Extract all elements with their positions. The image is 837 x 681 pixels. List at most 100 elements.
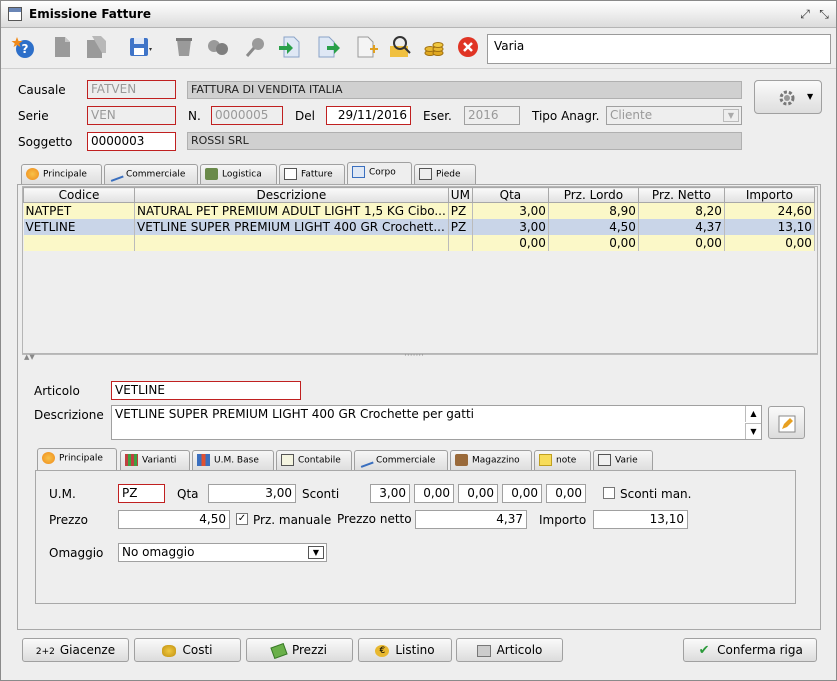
tab-label: Varie (615, 455, 638, 466)
collapse-arrows-icon[interactable]: ▲▼ (24, 353, 35, 361)
prezzo-netto-field[interactable]: 4,37 (415, 510, 527, 529)
prezzi-button[interactable]: Prezzi (246, 638, 353, 662)
costi-button[interactable]: Costi (134, 638, 241, 662)
restore-icon[interactable]: ⤢ (797, 6, 813, 22)
document-copy-icon[interactable] (83, 34, 109, 62)
link-icon[interactable] (205, 34, 231, 62)
causale-code-field[interactable]: FATVEN (87, 80, 176, 99)
chevron-down-icon[interactable]: ▼ (723, 109, 739, 122)
scroll-up-icon[interactable]: ▲ (745, 406, 761, 422)
table-cell[interactable]: 24,60 (724, 202, 815, 219)
document-icon[interactable] (49, 34, 75, 62)
new-document-icon[interactable] (353, 34, 379, 62)
prezzo-field[interactable]: 4,50 (118, 510, 230, 529)
tab-fatture[interactable]: Fatture (279, 164, 345, 184)
subtab-varianti[interactable]: Varianti (120, 450, 190, 470)
sconto-5-field[interactable]: 0,00 (546, 484, 586, 503)
tab-corpo[interactable]: Corpo (347, 162, 412, 184)
search-icon[interactable] (243, 34, 269, 62)
table-cell[interactable] (134, 234, 449, 251)
table-cell[interactable]: PZ (448, 202, 473, 219)
table-cell[interactable]: 0,00 (472, 234, 549, 251)
column-header[interactable]: Importo (723, 187, 815, 203)
table-row[interactable]: 0,00 0,00 0,00 0,00 (23, 234, 815, 251)
sconti-man-checkbox[interactable] (603, 487, 615, 499)
table-cell[interactable] (23, 234, 135, 251)
sconto-2-field[interactable]: 0,00 (414, 484, 454, 503)
tab-principale[interactable]: Principale (21, 164, 102, 184)
table-cell[interactable]: 4,50 (548, 218, 639, 235)
table-row[interactable]: VETLINE VETLINE SUPER PREMIUM LIGHT 400 G… (23, 218, 815, 235)
um-field[interactable]: PZ (118, 484, 165, 503)
soggetto-code-field[interactable]: 0000003 (87, 132, 176, 151)
save-icon[interactable] (127, 34, 153, 62)
column-header[interactable]: Codice (23, 187, 135, 203)
table-cell[interactable] (448, 234, 473, 251)
tab-piede[interactable]: Piede (414, 164, 476, 184)
listino-button[interactable]: € Listino (358, 638, 452, 662)
subtab-principale[interactable]: Principale (37, 448, 117, 470)
table-cell[interactable]: 0,00 (548, 234, 639, 251)
settings-menu-button[interactable]: ▼ (754, 80, 822, 114)
table-cell[interactable]: 3,00 (472, 218, 549, 235)
sconto-3-field[interactable]: 0,00 (458, 484, 498, 503)
subtab-note[interactable]: note (534, 450, 591, 470)
esercizio-field[interactable]: 2016 (464, 106, 520, 125)
subtab-um-base[interactable]: U.M. Base (192, 450, 274, 470)
table-cell[interactable]: VETLINE SUPER PREMIUM LIGHT 400 GR Croch… (134, 218, 449, 235)
table-cell[interactable]: PZ (448, 218, 473, 235)
articolo-button[interactable]: Articolo (456, 638, 563, 662)
prz-manuale-label: Prz. manuale (253, 513, 332, 527)
articolo-field[interactable]: VETLINE (111, 381, 301, 400)
chevron-down-icon[interactable]: ▼ (308, 546, 324, 559)
import-icon[interactable] (277, 34, 303, 62)
table-cell[interactable]: 8,90 (548, 202, 639, 219)
table-cell[interactable]: VETLINE (23, 218, 135, 235)
prz-manuale-checkbox[interactable]: ✓ (236, 513, 248, 525)
sconto-1-field[interactable]: 3,00 (370, 484, 410, 503)
giacenze-button[interactable]: 2+2 Giacenze (22, 638, 129, 662)
table-cell[interactable]: 3,00 (472, 202, 549, 219)
cancel-icon[interactable] (455, 34, 481, 62)
table-cell[interactable]: 4,37 (638, 218, 725, 235)
column-header[interactable]: Descrizione (134, 187, 449, 203)
network-icon (107, 166, 124, 182)
scroll-down-icon[interactable]: ▼ (745, 423, 761, 439)
coins-icon[interactable] (421, 34, 447, 62)
help-icon[interactable]: ? (11, 34, 37, 62)
tab-label: Principale (59, 453, 103, 464)
column-header[interactable]: Prz. Lordo (547, 187, 639, 203)
sconto-4-field[interactable]: 0,00 (502, 484, 542, 503)
qta-field[interactable]: 3,00 (208, 484, 296, 503)
data-field[interactable]: 29/11/2016 (326, 106, 411, 125)
export-icon[interactable] (315, 34, 341, 62)
subtab-contabile[interactable]: Contabile (276, 450, 352, 470)
tab-commerciale[interactable]: Commerciale (104, 164, 198, 184)
table-cell[interactable]: 0,00 (724, 234, 815, 251)
table-cell[interactable]: NATPET (23, 202, 135, 219)
delete-icon[interactable] (171, 34, 197, 62)
omaggio-select[interactable]: No omaggio ▼ (118, 543, 327, 562)
maximize-icon[interactable]: ⤡ (816, 6, 832, 22)
descrizione-textarea[interactable]: VETLINE SUPER PREMIUM LIGHT 400 GR Croch… (111, 405, 762, 440)
subtab-varie[interactable]: Varie (593, 450, 653, 470)
table-cell[interactable]: NATURAL PET PREMIUM ADULT LIGHT 1,5 KG C… (134, 202, 449, 219)
subtab-magazzino[interactable]: Magazzino (450, 450, 532, 470)
tipo-anagrafica-select[interactable]: Cliente ▼ (606, 106, 742, 125)
subtab-commerciale[interactable]: Commerciale (354, 450, 448, 470)
column-header[interactable]: Qta (471, 187, 549, 203)
importo-field[interactable]: 13,10 (593, 510, 688, 529)
table-cell[interactable]: 13,10 (724, 218, 815, 235)
column-header[interactable]: Prz. Netto (637, 187, 725, 203)
table-cell[interactable]: 8,20 (638, 202, 725, 219)
conferma-riga-button[interactable]: ✔ Conferma riga (683, 638, 817, 662)
serie-code-field[interactable]: VEN (87, 106, 176, 125)
splitter[interactable]: ▲▼ ······· (22, 351, 818, 364)
table-cell[interactable]: 0,00 (638, 234, 725, 251)
user-search-icon[interactable] (387, 34, 413, 62)
table-row[interactable]: NATPET NATURAL PET PREMIUM ADULT LIGHT 1,… (23, 202, 815, 219)
edit-description-button[interactable] (768, 406, 805, 439)
column-header[interactable]: UM (447, 187, 473, 203)
numero-field[interactable]: 0000005 (211, 106, 283, 125)
tab-logistica[interactable]: Logistica (200, 164, 277, 184)
